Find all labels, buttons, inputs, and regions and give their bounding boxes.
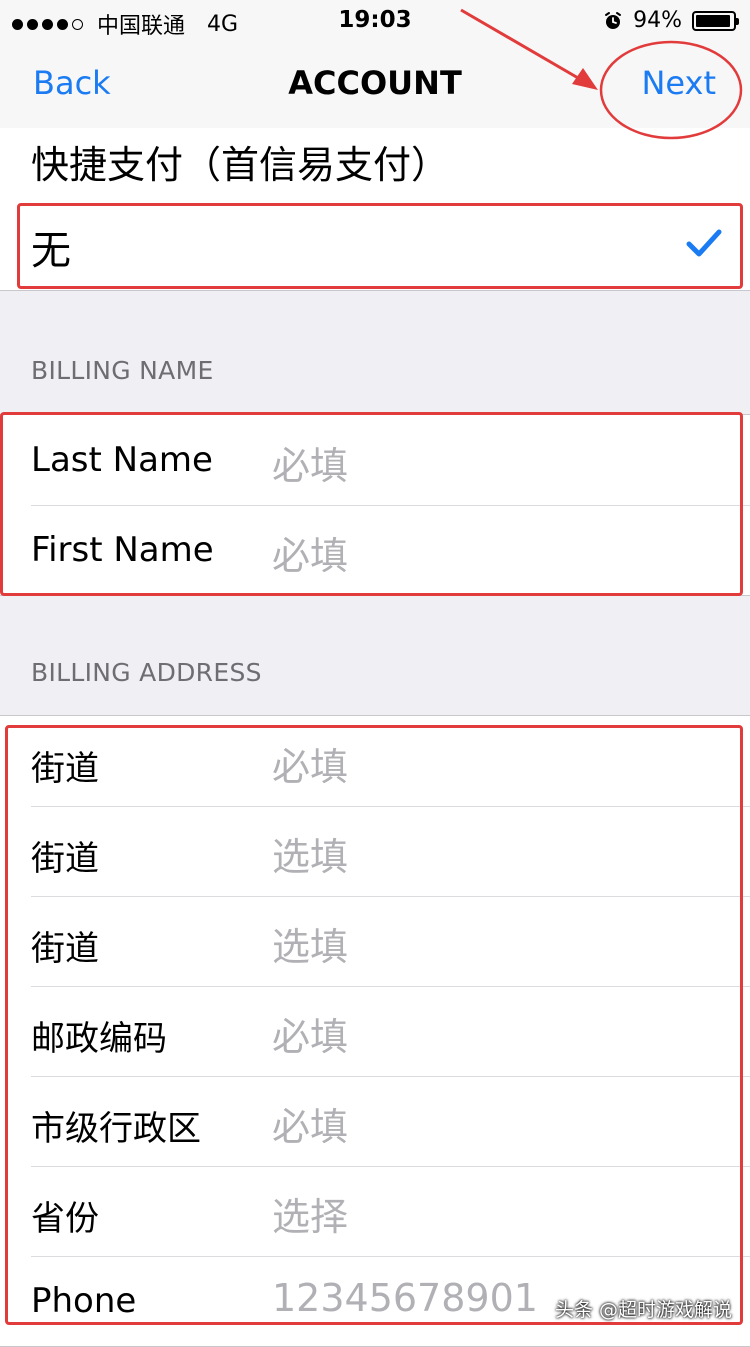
- city-row[interactable]: 市级行政区 必填: [0, 1076, 750, 1166]
- street-3-field[interactable]: 选填: [272, 916, 348, 971]
- next-button[interactable]: Next: [641, 64, 716, 102]
- battery-percent: 94%: [633, 8, 682, 33]
- postal-code-row[interactable]: 邮政编码 必填: [0, 986, 750, 1076]
- billing-name-header: BILLING NAME: [31, 356, 214, 385]
- province-row[interactable]: 省份 选择: [0, 1166, 750, 1256]
- last-name-row[interactable]: Last Name 必填: [0, 415, 750, 505]
- billing-address-header: BILLING ADDRESS: [31, 658, 262, 687]
- phone-label: Phone: [31, 1281, 137, 1321]
- payment-method-heading-row: 快捷支付（首信易支付）: [0, 128, 750, 198]
- street-2-field[interactable]: 选填: [272, 826, 348, 881]
- city-field[interactable]: 必填: [272, 1096, 348, 1151]
- city-label: 市级行政区: [31, 1109, 201, 1149]
- province-select[interactable]: 选择: [272, 1186, 348, 1241]
- street-1-field[interactable]: 必填: [272, 736, 348, 791]
- first-name-label: First Name: [31, 530, 214, 570]
- street-3-label: 街道: [31, 929, 99, 969]
- battery-icon: [692, 10, 739, 31]
- phone-field[interactable]: 12345678901: [272, 1276, 538, 1320]
- last-name-label: Last Name: [31, 440, 213, 480]
- first-name-field[interactable]: 必填: [272, 525, 348, 580]
- last-name-field[interactable]: 必填: [272, 435, 348, 490]
- street-2-label: 街道: [31, 839, 99, 879]
- street-3-row[interactable]: 街道 选填: [0, 896, 750, 986]
- billing-address-group: 街道 必填 街道 选填 街道 选填 邮政编码 必填 市级行政区 必填 省份 选择…: [0, 715, 750, 1347]
- watermark: 头条 @超时游戏解说: [554, 1299, 732, 1321]
- billing-name-group: Last Name 必填 First Name 必填: [0, 414, 750, 596]
- checkmark-icon: [686, 229, 722, 257]
- payment-option-label: 无: [31, 228, 71, 274]
- status-bar: 中国联通 4G 19:03 94%: [0, 0, 750, 40]
- postal-code-field[interactable]: 必填: [272, 1006, 348, 1061]
- street-1-label: 街道: [31, 749, 99, 789]
- status-right: 94%: [603, 8, 739, 33]
- payment-method-heading: 快捷支付（首信易支付）: [31, 143, 450, 187]
- postal-code-label: 邮政编码: [31, 1019, 167, 1059]
- street-1-row[interactable]: 街道 必填: [0, 716, 750, 806]
- alarm-icon: [605, 11, 622, 29]
- navigation-bar: Back ACCOUNT Next: [0, 40, 750, 129]
- first-name-row[interactable]: First Name 必填: [0, 505, 750, 595]
- street-2-row[interactable]: 街道 选填: [0, 806, 750, 896]
- province-label: 省份: [31, 1199, 99, 1239]
- payment-option-none[interactable]: 无: [0, 198, 750, 291]
- page-title: ACCOUNT: [288, 64, 462, 102]
